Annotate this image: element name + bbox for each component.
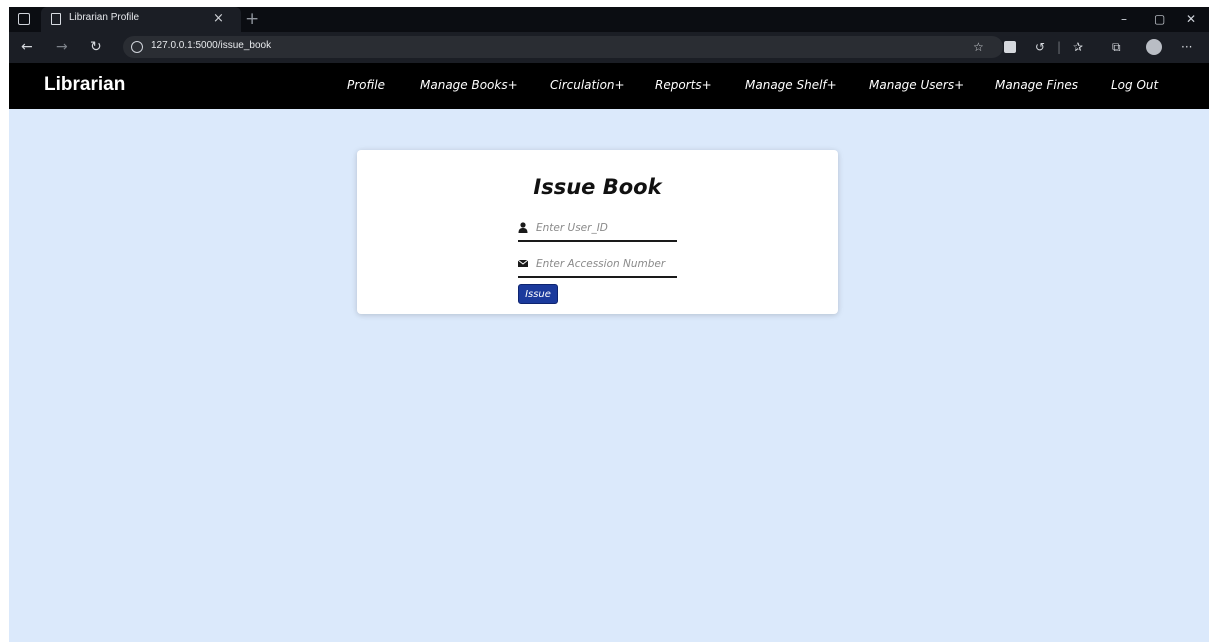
maximize-icon[interactable]: ▢ bbox=[1154, 10, 1165, 28]
page-icon bbox=[51, 13, 61, 25]
refresh-icon[interactable]: ↻ bbox=[90, 38, 102, 56]
envelope-icon bbox=[518, 259, 528, 267]
tab-strip: Librarian Profile × + – ▢ ✕ bbox=[9, 7, 1209, 32]
issue-button[interactable]: Issue bbox=[518, 284, 558, 304]
collections-icon[interactable]: ⧉ bbox=[1112, 40, 1121, 54]
nav-manage-users[interactable]: Manage Users+ bbox=[869, 78, 964, 92]
minimize-icon[interactable]: – bbox=[1121, 10, 1127, 28]
issue-book-card: Issue Book Issue bbox=[357, 150, 838, 314]
nav-manage-books[interactable]: Manage Books+ bbox=[420, 78, 518, 92]
site-info-icon[interactable] bbox=[131, 41, 143, 53]
address-bar-row: ← → ↻ 127.0.0.1:5000/issue_book ☆ ↺ | ✰ … bbox=[9, 32, 1209, 63]
page-title: Issue Book bbox=[533, 175, 662, 199]
tab-title: Librarian Profile bbox=[69, 12, 140, 23]
new-tab-icon[interactable]: + bbox=[245, 8, 259, 30]
close-window-icon[interactable]: ✕ bbox=[1186, 10, 1196, 28]
nav-manage-shelf[interactable]: Manage Shelf+ bbox=[745, 78, 837, 92]
nav-circulation[interactable]: Circulation+ bbox=[550, 78, 625, 92]
tab-close-icon[interactable]: × bbox=[213, 10, 224, 28]
accession-number-input[interactable] bbox=[536, 254, 676, 274]
url-text[interactable]: 127.0.0.1:5000/issue_book bbox=[151, 40, 271, 51]
back-icon[interactable]: ← bbox=[21, 38, 33, 56]
profile-avatar-icon[interactable] bbox=[1146, 39, 1162, 55]
brand-title[interactable]: Librarian bbox=[44, 74, 125, 96]
browser-tab[interactable]: Librarian Profile × bbox=[41, 7, 241, 32]
nav-reports[interactable]: Reports+ bbox=[655, 78, 712, 92]
sync-icon[interactable]: ↺ bbox=[1035, 40, 1045, 54]
toolbar-divider: | bbox=[1057, 40, 1062, 54]
nav-log-out[interactable]: Log Out bbox=[1111, 78, 1158, 92]
accession-number-field bbox=[518, 252, 677, 278]
more-menu-icon[interactable]: ··· bbox=[1181, 40, 1192, 54]
favorites-icon[interactable]: ✰ bbox=[1073, 40, 1083, 54]
nav-manage-fines[interactable]: Manage Fines bbox=[995, 78, 1078, 92]
user-id-input[interactable] bbox=[536, 218, 676, 238]
user-id-field bbox=[518, 216, 677, 242]
extension-icon[interactable] bbox=[1004, 41, 1016, 53]
url-bar[interactable]: 127.0.0.1:5000/issue_book bbox=[123, 36, 1003, 58]
forward-icon[interactable]: → bbox=[56, 38, 68, 56]
favorites-star-icon[interactable]: ☆ bbox=[973, 40, 984, 54]
nav-profile[interactable]: Profile bbox=[347, 78, 385, 92]
tab-actions-icon[interactable] bbox=[18, 13, 30, 25]
user-icon bbox=[518, 222, 528, 233]
site-navbar: Librarian Profile Manage Books+ Circulat… bbox=[9, 63, 1209, 109]
browser-window: Librarian Profile × + – ▢ ✕ ← → ↻ 127.0.… bbox=[9, 7, 1209, 642]
